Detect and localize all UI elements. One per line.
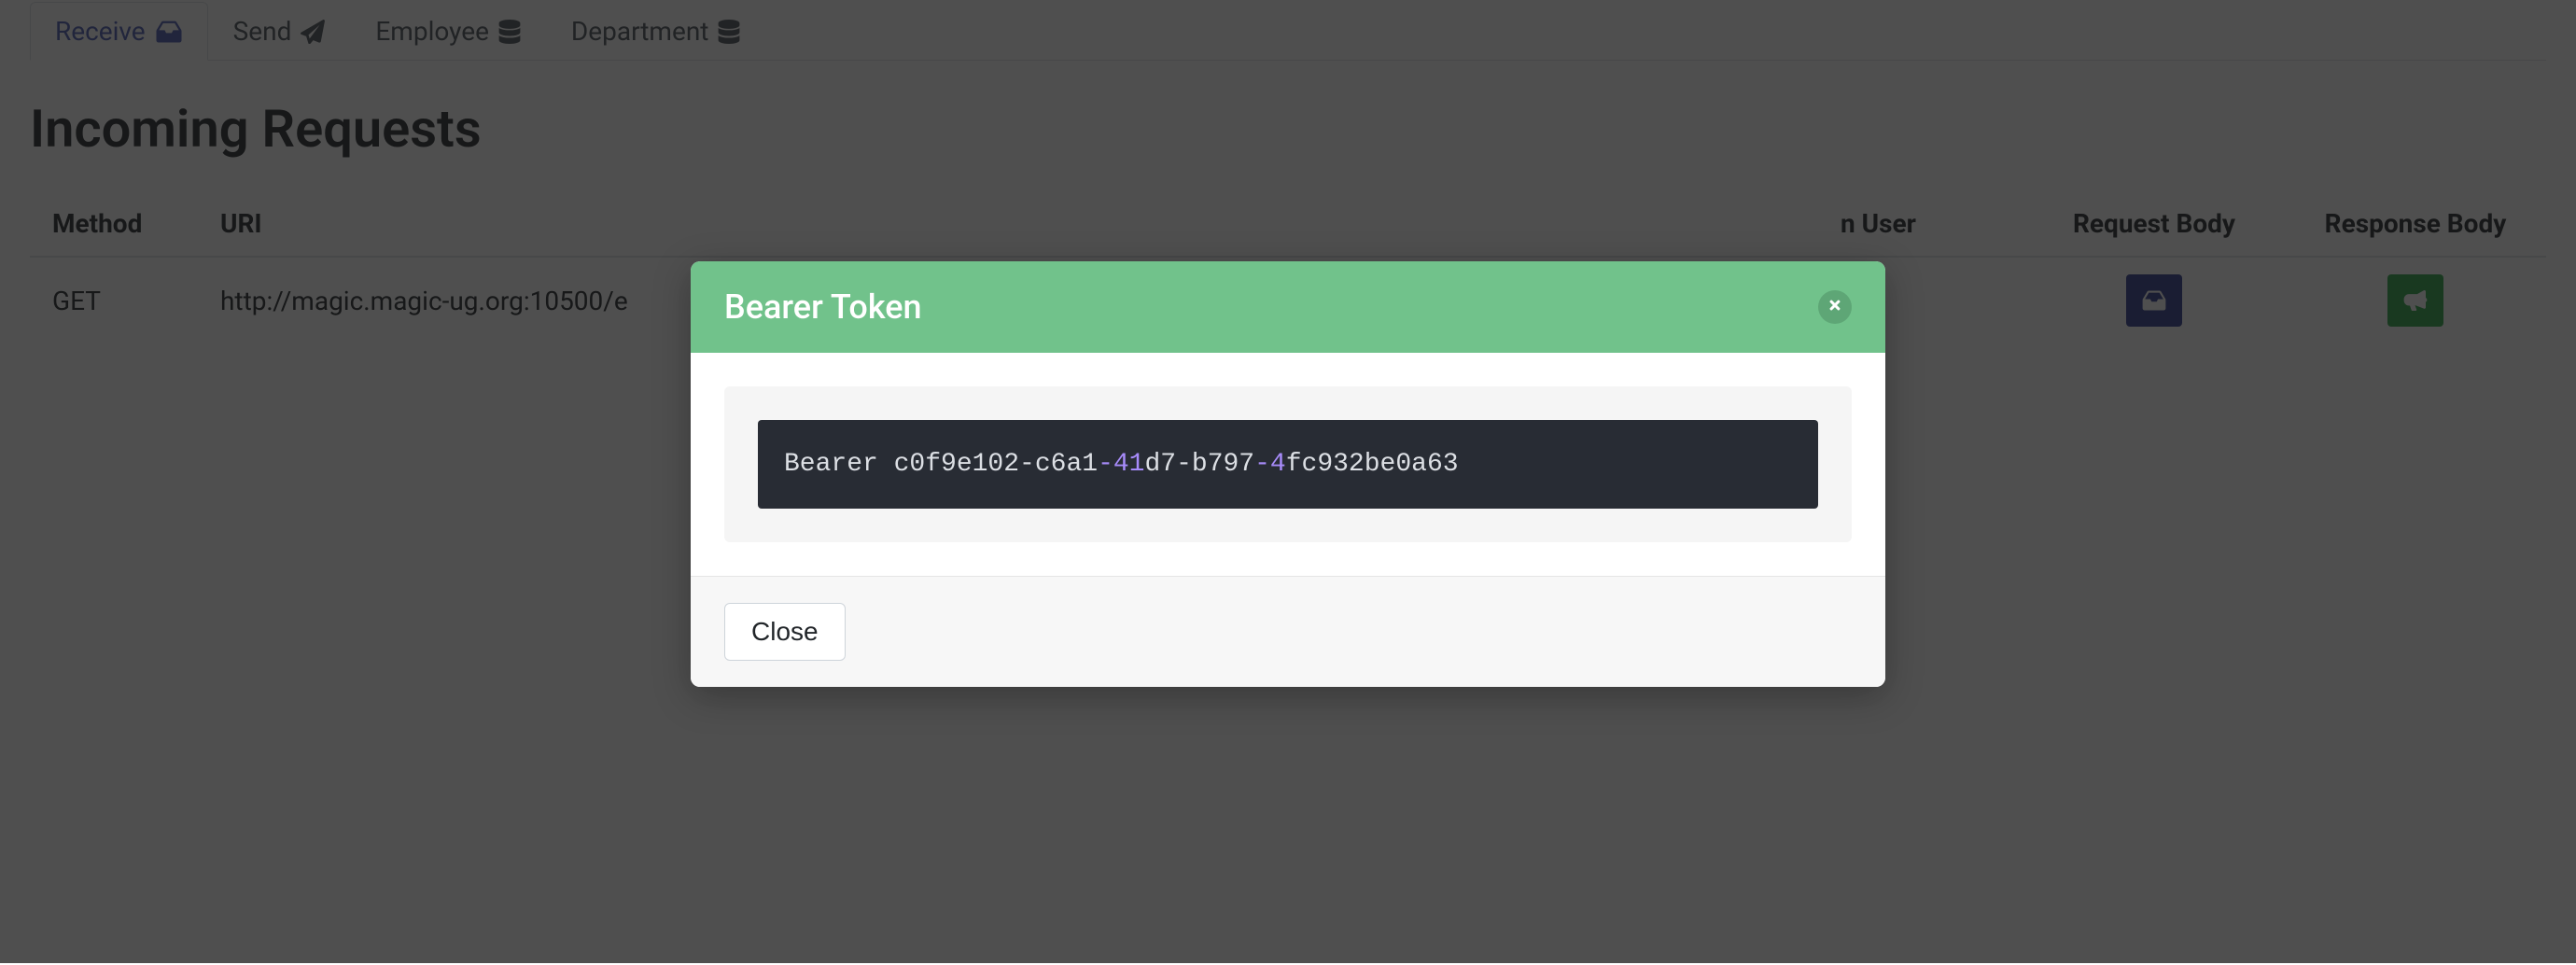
modal-header: Bearer Token	[691, 261, 1885, 353]
modal-footer: Close	[691, 576, 1885, 687]
close-button[interactable]: Close	[724, 603, 846, 661]
bearer-token-modal: Bearer Token Bearer c0f9e102-c6a1-41d7-b…	[691, 261, 1885, 687]
modal-title: Bearer Token	[724, 287, 922, 327]
modal-backdrop[interactable]: Bearer Token Bearer c0f9e102-c6a1-41d7-b…	[0, 0, 2576, 963]
code-block-wrapper: Bearer c0f9e102-c6a1-41d7-b797-4fc932be0…	[724, 386, 1852, 542]
close-icon	[1827, 298, 1842, 316]
bearer-token-code: Bearer c0f9e102-c6a1-41d7-b797-4fc932be0…	[758, 420, 1818, 509]
modal-close-x[interactable]	[1818, 290, 1852, 324]
modal-body: Bearer c0f9e102-c6a1-41d7-b797-4fc932be0…	[691, 353, 1885, 576]
